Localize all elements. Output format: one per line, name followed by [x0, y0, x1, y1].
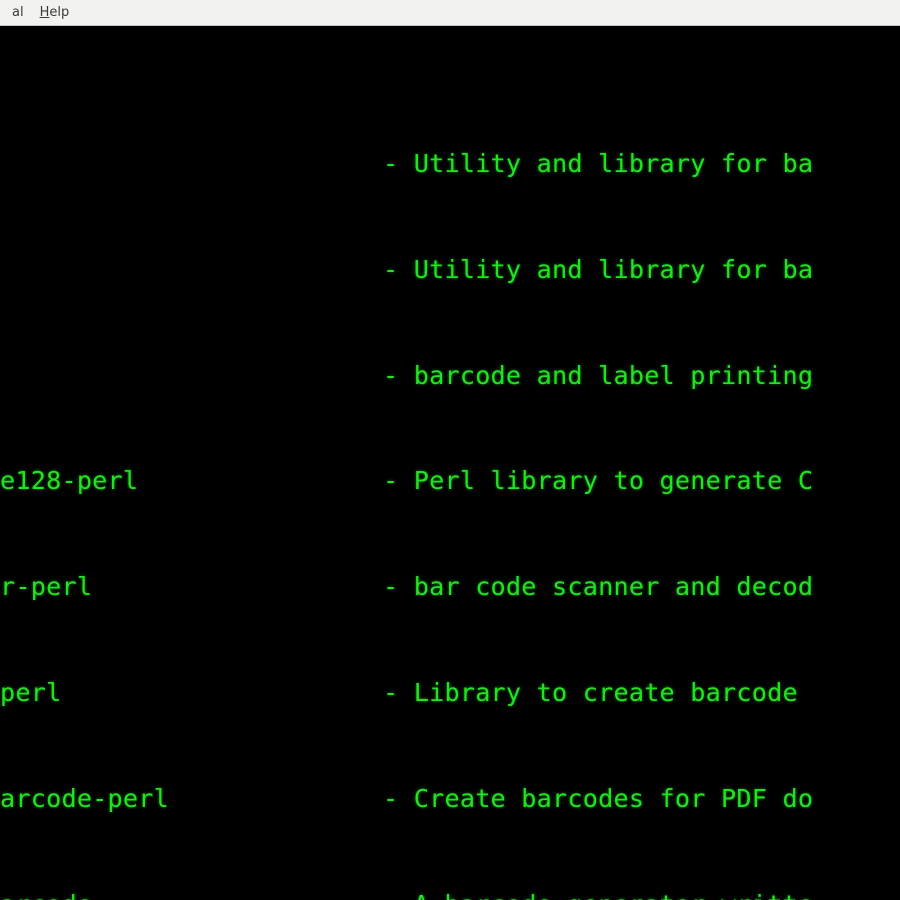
pkg-name	[0, 146, 383, 181]
dash: -	[383, 463, 414, 498]
pkg-row: perl- Library to create barcode	[0, 675, 900, 710]
pkg-name: r-perl	[0, 569, 383, 604]
pkg-name: perl	[0, 675, 383, 710]
dash: -	[383, 252, 414, 287]
menu-help-mnemonic: H	[40, 5, 50, 20]
menu-terminal-partial[interactable]: al	[4, 2, 32, 23]
pkg-row: arcode-perl- Create barcodes for PDF do	[0, 781, 900, 816]
dash: -	[383, 887, 414, 900]
dash: -	[383, 358, 414, 393]
pkg-name: e128-perl	[0, 463, 383, 498]
menu-help[interactable]: Help	[32, 2, 78, 23]
pkg-desc: Create barcodes for PDF do	[414, 781, 813, 816]
pkg-name	[0, 358, 383, 393]
pkg-name	[0, 252, 383, 287]
dash: -	[383, 146, 414, 181]
pkg-desc: barcode and label printing	[414, 358, 813, 393]
pkg-row: - barcode and label printing	[0, 358, 900, 393]
pkg-row: - Utility and library for ba	[0, 252, 900, 287]
pkg-row: e128-perl- Perl library to generate C	[0, 463, 900, 498]
menubar: al Help	[0, 0, 900, 26]
pkg-row: - Utility and library for ba	[0, 146, 900, 181]
pkg-name: arcode	[0, 887, 383, 900]
pkg-desc: Utility and library for ba	[414, 146, 813, 181]
pkg-row: r-perl- bar code scanner and decod	[0, 569, 900, 604]
pkg-desc: Utility and library for ba	[414, 252, 813, 287]
pkg-desc: A barcode generator writte	[414, 887, 813, 900]
dash: -	[383, 675, 414, 710]
pkg-desc: Library to create barcode	[414, 675, 813, 710]
dash: -	[383, 569, 414, 604]
pkg-desc: bar code scanner and decod	[414, 569, 813, 604]
pkg-desc: Perl library to generate C	[414, 463, 813, 498]
terminal-viewport[interactable]: - Utility and library for ba - Utility a…	[0, 26, 900, 900]
pkg-name: arcode-perl	[0, 781, 383, 816]
pkg-row: arcode- A barcode generator writte	[0, 887, 900, 900]
dash: -	[383, 781, 414, 816]
